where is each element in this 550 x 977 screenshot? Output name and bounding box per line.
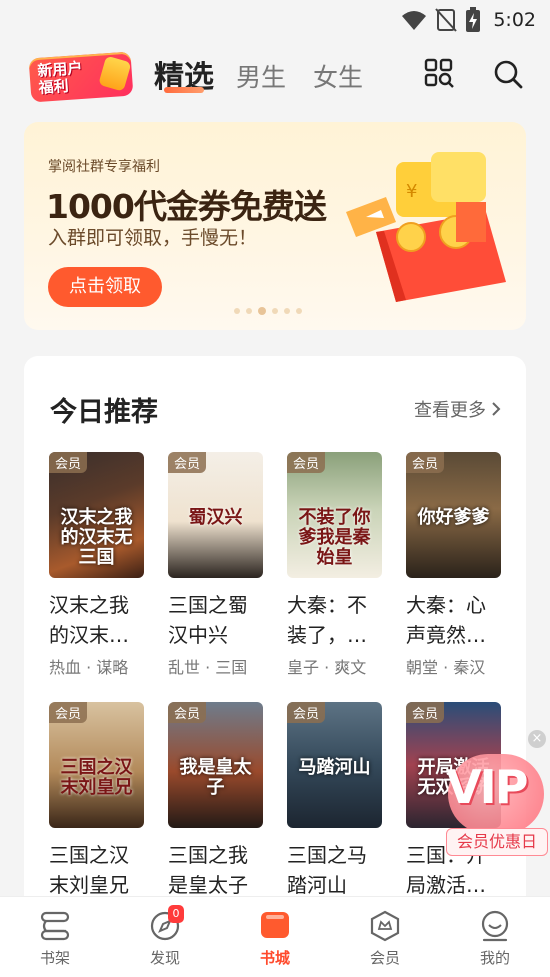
book-cover[interactable]: 会员 三国之汉末刘皇兄 [49,702,144,828]
gift-box-illustration: ¥ [346,152,506,302]
wifi-icon [402,11,427,30]
status-icons: 5:02 [401,7,536,33]
nav-bookshelf[interactable]: 书架 [0,897,110,977]
section-title: 今日推荐 [50,397,158,428]
carousel-dot[interactable] [234,308,240,314]
cover-title: 蜀汉兴 [188,507,243,528]
nav-label: 会员 [369,949,400,967]
carousel-dot[interactable] [284,308,290,314]
book-cover[interactable]: 会员 不装了你爹我是秦始皇 [287,452,382,578]
claim-button[interactable]: 点击领取 [48,267,162,307]
vip-tag: 会员 [168,452,207,473]
book-item[interactable]: 会员 我是皇太子 三国之我是皇太子 [168,702,263,900]
search-icon[interactable] [492,58,524,90]
status-time: 5:02 [493,9,536,31]
nav-label: 我的 [479,949,510,967]
promo-line1: 新用户 [36,58,84,80]
book-item[interactable]: 会员 马踏河山 三国之马踏河山 [287,702,382,900]
book-title[interactable]: 大秦：不装了，… [287,590,382,650]
vip-letters: VIP [446,760,528,814]
chevron-right-icon [492,402,501,416]
view-more-link[interactable]: 查看更多 [414,396,502,422]
book-cover[interactable]: 会员 你好爹爹 [406,452,501,578]
status-bar: 5:02 [0,0,550,40]
nav-membership[interactable]: 会员 [330,897,440,977]
book-title[interactable]: 汉末之我的汉末… [49,590,144,650]
category-grid-icon[interactable] [424,58,454,88]
banner-title: 1000代金券免费送 [46,187,327,226]
book-item[interactable]: 会员 你好爹爹 大秦：心声竟然… 朝堂 · 秦汉 [406,452,501,678]
book-title[interactable]: 大秦：心声竟然… [406,590,501,650]
cover-title: 汉末之我的汉末无三国 [60,507,133,568]
carousel-dot-active[interactable] [258,307,266,315]
book-title[interactable]: 三国之我是皇太子 [168,840,263,900]
profile-smile-icon [481,910,509,942]
cover-title: 三国之汉末刘皇兄 [60,757,133,798]
carousel-dot[interactable] [296,308,302,314]
nav-label: 书架 [39,949,70,967]
book-tags: 乱世 · 三国 [168,658,248,677]
vip-tag: 会员 [406,452,445,473]
battery-icon [466,7,481,32]
book-cover[interactable]: 会员 马踏河山 [287,702,382,828]
banner-subtitle: 掌阅社群专享福利 [48,159,160,175]
book-row: 会员 汉末之我的汉末无三国 汉末之我的汉末… 热血 · 谋略 会员 蜀汉兴 三国… [49,452,501,678]
nav-label: 发现 [149,949,180,967]
crown-shield-icon [370,910,400,942]
carousel-dots [234,307,302,315]
carousel-dot[interactable] [246,308,252,314]
vip-tag: 会员 [287,452,326,473]
vip-discount-label: 会员优惠日 [446,828,548,856]
carousel-dot[interactable] [272,308,278,314]
vip-tag: 会员 [406,702,445,723]
book-cover[interactable]: 会员 蜀汉兴 [168,452,263,578]
close-icon[interactable]: × [528,730,546,748]
book-tags: 热血 · 谋略 [49,658,129,677]
vip-tag: 会员 [168,702,207,723]
book-row: 会员 三国之汉末刘皇兄 三国之汉末刘皇兄 会员 我是皇太子 三国之我是皇太子 会… [49,702,501,900]
book-tags: 朝堂 · 秦汉 [406,658,486,677]
book-item[interactable]: 会员 三国之汉末刘皇兄 三国之汉末刘皇兄 [49,702,144,900]
book-item[interactable]: 会员 蜀汉兴 三国之蜀汉中兴 乱世 · 三国 [168,452,263,678]
new-user-welfare-badge[interactable]: 新用户 福利 [28,51,134,103]
nav-discover[interactable]: 0 发现 [110,897,220,977]
nav-bookstore[interactable]: 书城 [220,897,330,977]
banner-description: 入群即可领取，手慢无！ [48,227,258,249]
book-title[interactable]: 三国之汉末刘皇兄 [49,840,144,900]
bookstore-icon [261,912,289,938]
tab-female[interactable]: 女生 [313,58,363,94]
vip-tag: 会员 [49,702,88,723]
bookshelf-icon [40,911,70,941]
vip-tag: 会员 [49,452,88,473]
book-title[interactable]: 三国之马踏河山 [287,840,382,900]
nav-label: 书城 [259,949,290,967]
gift-icon [98,55,132,92]
svg-text:¥: ¥ [406,181,417,202]
cover-title: 马踏河山 [298,757,371,778]
book-title[interactable]: 三国之蜀汉中兴 [168,590,263,650]
book-item[interactable]: 会员 不装了你爹我是秦始皇 大秦：不装了，… 皇子 · 爽文 [287,452,382,678]
promo-banner[interactable]: 掌阅社群专享福利 1000代金券免费送 入群即可领取，手慢无！ 点击领取 ¥ [24,122,526,330]
cover-title: 你好爹爹 [417,507,490,528]
book-item[interactable]: 会员 汉末之我的汉末无三国 汉末之我的汉末… 热血 · 谋略 [49,452,144,678]
top-nav: 新用户 福利 精选 男生 女生 [0,40,550,110]
view-more-label: 查看更多 [414,400,486,421]
notification-badge: 0 [168,905,184,923]
vip-discount-float[interactable]: VIP 会员优惠日 [440,730,550,856]
active-tab-indicator [164,87,204,93]
tab-male[interactable]: 男生 [236,58,286,94]
book-cover[interactable]: 会员 汉末之我的汉末无三国 [49,452,144,578]
cover-title: 不装了你爹我是秦始皇 [298,507,371,568]
nav-profile[interactable]: 我的 [440,897,550,977]
bottom-nav: 书架 0 发现 书城 会员 我的 [0,896,550,977]
cover-title: 我是皇太子 [179,757,252,798]
book-cover[interactable]: 会员 我是皇太子 [168,702,263,828]
no-signal-icon [435,8,458,32]
book-tags: 皇子 · 爽文 [287,658,367,677]
promo-line2: 福利 [38,76,70,97]
vip-tag: 会员 [287,702,326,723]
